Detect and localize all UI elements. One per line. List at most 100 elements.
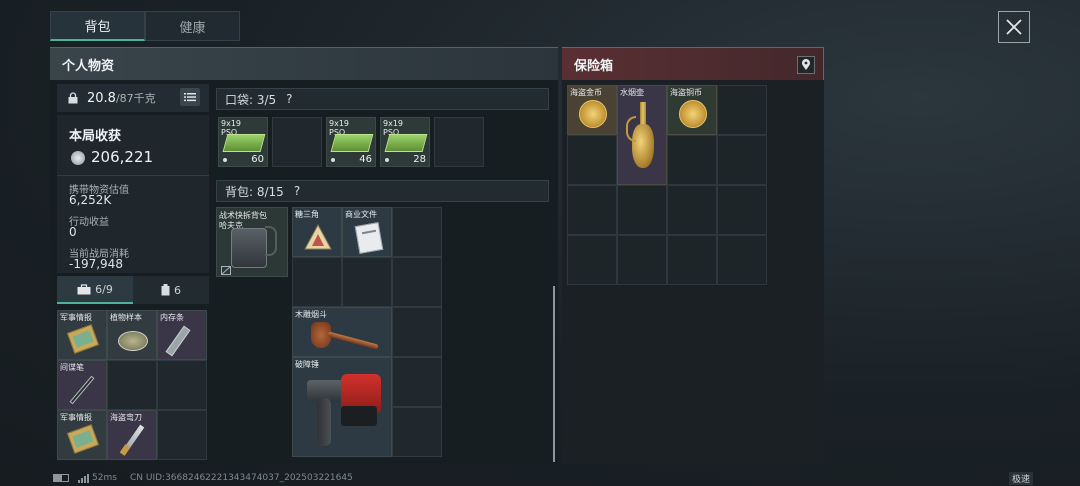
item-label: 军事情报 bbox=[60, 413, 92, 422]
backpack-slot[interactable] bbox=[342, 257, 392, 307]
personal-supplies-title: 个人物资 bbox=[62, 58, 115, 74]
tab-health[interactable]: 健康 bbox=[145, 11, 240, 41]
canister-icon bbox=[161, 284, 170, 296]
item-rice-triangle[interactable]: 糖三角 bbox=[292, 207, 342, 257]
ammo-quantity: 60 bbox=[251, 154, 264, 165]
backpack-help[interactable]: ? bbox=[294, 184, 300, 198]
equipped-backpack[interactable]: 战术快拆背包 哈夫克 bbox=[216, 207, 288, 277]
hilt-icon bbox=[119, 444, 131, 456]
tab-briefcase[interactable]: 6/9 bbox=[57, 276, 133, 304]
item-breaching-hammer[interactable]: 破障锤 bbox=[292, 357, 392, 457]
ammo-box-icon bbox=[222, 134, 266, 152]
safe-slot[interactable] bbox=[717, 85, 767, 135]
item-military-intel[interactable]: 军事情报 bbox=[57, 310, 107, 360]
safe-item-pirate-copper-coin[interactable]: 海盗铜币 bbox=[667, 85, 717, 135]
weight-lock-icon bbox=[68, 92, 78, 104]
grid-cell bbox=[157, 360, 207, 410]
backpack-slot[interactable] bbox=[392, 307, 442, 357]
divider bbox=[57, 175, 209, 176]
safe-slot[interactable] bbox=[567, 135, 617, 185]
item-label: 内存条 bbox=[160, 313, 184, 322]
canister-count: 6 bbox=[174, 283, 181, 297]
item-label: 木雕烟斗 bbox=[295, 310, 327, 319]
safe-slot[interactable] bbox=[667, 135, 717, 185]
backpack-slot[interactable] bbox=[392, 257, 442, 307]
item-label: 水烟壶 bbox=[620, 88, 644, 97]
backpack-label: 背包: 8/15 bbox=[225, 184, 284, 199]
item-spy-pen[interactable]: 间谍笔 bbox=[57, 360, 107, 410]
safe-slot[interactable] bbox=[617, 235, 667, 285]
safe-slot[interactable] bbox=[617, 185, 667, 235]
item-plant-sample[interactable]: 植物样本 bbox=[107, 310, 157, 360]
pocket-item-ammo-3[interactable]: 9x19 PSO 28 bbox=[380, 117, 430, 167]
carry-value: 6,252K bbox=[69, 193, 112, 207]
safe-slot[interactable] bbox=[717, 185, 767, 235]
item-pirate-saber[interactable]: 海盗弯刀 bbox=[107, 410, 157, 460]
weight-max: /87千克 bbox=[115, 92, 156, 105]
action-income-value: 0 bbox=[69, 225, 77, 239]
unequip-icon[interactable] bbox=[221, 266, 231, 275]
safe-slot[interactable] bbox=[567, 235, 617, 285]
tab-backpack[interactable]: 背包 bbox=[50, 11, 145, 41]
ammo-box-icon bbox=[330, 134, 374, 152]
briefcase-icon bbox=[77, 283, 91, 294]
list-icon bbox=[184, 93, 196, 102]
item-label: 破障锤 bbox=[295, 360, 319, 369]
pocket-item-ammo-1[interactable]: 9x19 PSO 60 bbox=[218, 117, 268, 167]
pocket-label: 口袋: 3/5 bbox=[225, 92, 277, 107]
pocket-help[interactable]: ? bbox=[286, 92, 292, 106]
safe-slot[interactable] bbox=[667, 185, 717, 235]
pocket-slot[interactable] bbox=[434, 117, 484, 167]
item-memory-stick[interactable]: 内存条 bbox=[157, 310, 207, 360]
location-pin-button[interactable] bbox=[797, 56, 815, 74]
item-carved-pipe[interactable]: 木雕烟斗 bbox=[292, 307, 392, 357]
pocket-slot[interactable] bbox=[272, 117, 322, 167]
document-icon bbox=[354, 222, 384, 254]
backpack-slot[interactable] bbox=[392, 207, 442, 257]
ammo-quantity: 46 bbox=[359, 154, 372, 165]
pocket-item-ammo-2[interactable]: 9x19 PSO 46 bbox=[326, 117, 376, 167]
ammo-dot bbox=[385, 158, 389, 162]
safe-slot[interactable] bbox=[567, 185, 617, 235]
item-business-docs[interactable]: 商业文件 bbox=[342, 207, 392, 257]
item-label: 海盗金币 bbox=[570, 88, 602, 97]
gold-coin-icon bbox=[579, 100, 607, 128]
safe-item-hookah[interactable]: 水烟壶 bbox=[617, 85, 667, 185]
safe-slot[interactable] bbox=[717, 235, 767, 285]
session-stats: 本局收获 206,221 携带物资估值 6,252K 行动收益 0 当前战局消耗… bbox=[57, 115, 209, 273]
grid-cell bbox=[107, 360, 157, 410]
safe-item-pirate-gold-coin[interactable]: 海盗金币 bbox=[567, 85, 617, 135]
hammer-handle bbox=[317, 398, 331, 446]
backpack-slot[interactable] bbox=[392, 357, 442, 407]
personal-supplies-header: 个人物资 bbox=[50, 47, 558, 80]
battery-icon bbox=[53, 474, 69, 482]
location-pin-icon bbox=[802, 59, 810, 70]
ammo-box-icon bbox=[384, 134, 428, 152]
pocket-bar: 口袋: 3/5 ? bbox=[216, 88, 549, 110]
pipe-stem bbox=[327, 331, 379, 350]
ammo-dot bbox=[223, 158, 227, 162]
user-uid: CN UID:36682462221343474037_202503221645 bbox=[130, 473, 353, 483]
item-label: 商业文件 bbox=[345, 210, 377, 219]
status-bar: 52ms CN UID:36682462221343474037_2025032… bbox=[0, 470, 1080, 486]
safe-slot[interactable] bbox=[717, 135, 767, 185]
rice-triangle-icon bbox=[304, 223, 332, 250]
petri-dish-icon bbox=[118, 331, 148, 351]
grid-cell bbox=[157, 410, 207, 460]
item-label: 海盗铜币 bbox=[670, 88, 702, 97]
speed-mode-badge[interactable]: 极速 bbox=[1009, 472, 1034, 485]
backpack-icon bbox=[231, 228, 267, 268]
list-view-button[interactable] bbox=[180, 88, 200, 106]
backpack-slot[interactable] bbox=[292, 257, 342, 307]
scrollbar[interactable] bbox=[553, 286, 555, 462]
tab-canister[interactable]: 6 bbox=[133, 276, 209, 304]
session-title: 本局收获 bbox=[69, 129, 122, 144]
container-tabs: 6/9 6 bbox=[57, 276, 209, 304]
close-button[interactable] bbox=[998, 11, 1030, 43]
item-military-intel-2[interactable]: 军事情报 bbox=[57, 410, 107, 460]
backpack-slot[interactable] bbox=[392, 407, 442, 457]
item-label: 植物样本 bbox=[110, 313, 142, 322]
backpack-bar: 背包: 8/15 ? bbox=[216, 180, 549, 202]
hookah-neck-icon bbox=[640, 102, 646, 126]
safe-slot[interactable] bbox=[667, 235, 717, 285]
